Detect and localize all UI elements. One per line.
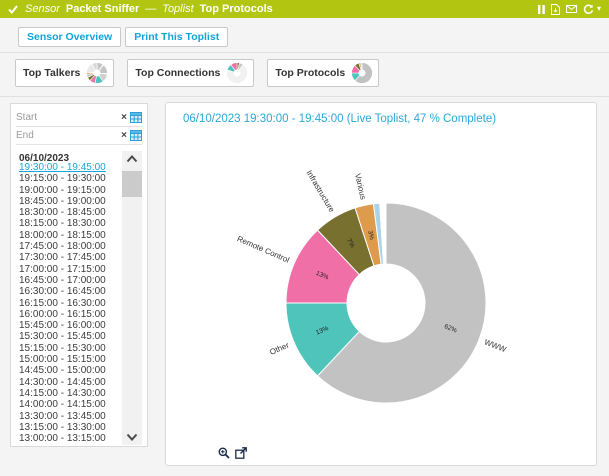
time-period-item[interactable]: 18:15:00 - 18:30:00 [19,218,123,229]
slice-name-label: Various [353,173,368,201]
time-period-item[interactable]: 14:00:00 - 14:15:00 [19,399,123,410]
top-talkers-minipie-icon [86,62,108,84]
sensor-name-breadcrumb[interactable]: Packet Sniffer [66,3,139,15]
time-period-item[interactable]: 17:00:00 - 17:15:00 [19,264,123,275]
time-period-item[interactable]: 16:00:00 - 16:15:00 [19,309,123,320]
breadcrumb-separator: — [145,3,156,15]
start-date-row: × [16,109,142,127]
tab-top-talkers[interactable]: Top Talkers [15,59,114,87]
scroll-down-icon[interactable] [122,429,142,445]
start-date-input[interactable] [16,112,118,123]
time-period-item[interactable]: 14:30:00 - 14:45:00 [19,377,123,388]
time-period-item[interactable]: 17:45:00 - 18:00:00 [19,241,123,252]
end-date-input[interactable] [16,130,118,141]
external-link-icon[interactable] [235,447,247,459]
chart-corner-actions [218,447,247,459]
time-period-item[interactable]: 15:30:00 - 15:45:00 [19,331,123,342]
time-period-list: 19:30:00 - 19:45:0019:15:00 - 19:30:0019… [19,162,123,444]
slice-name-label: WWW [483,337,508,354]
time-period-item[interactable]: 18:45:00 - 19:00:00 [19,196,123,207]
status-check-icon [8,5,18,14]
scrollbar-thumb[interactable] [122,171,142,197]
time-period-item[interactable]: 14:45:00 - 15:00:00 [19,365,123,376]
sensor-overview-button[interactable]: Sensor Overview [18,27,121,47]
time-list-scrollbar[interactable] [122,151,142,445]
time-period-item[interactable]: 19:15:00 - 19:30:00 [19,173,123,184]
time-period-item[interactable]: 16:30:00 - 16:45:00 [19,286,123,297]
toplist-label: Toplist [162,3,193,15]
tab-label: Top Talkers [23,67,80,79]
start-calendar-icon[interactable] [130,112,142,123]
slice-name-label: Remote Control [236,234,291,265]
print-toplist-button[interactable]: Print This Toplist [125,27,228,47]
slice-name-label: Other [268,340,290,356]
time-period-item[interactable]: 19:30:00 - 19:45:00 [19,162,123,173]
top-connections-minipie-icon [226,62,248,84]
toplist-name: Top Protocols [200,3,273,15]
filter-panel: × × 06/10/2023 19:30:00 - 19:45:0019:15:… [10,103,148,447]
time-period-item[interactable]: 13:30:00 - 13:45:00 [19,411,123,422]
toplist-chart-panel: 06/10/2023 19:30:00 - 19:45:00 (Live Top… [165,102,597,466]
tab-label: Top Connections [135,67,220,79]
time-period-item[interactable]: 16:45:00 - 17:00:00 [19,275,123,286]
protocols-donut-chart: 62%WWW13%Other13%Remote Control7%Infrast… [166,103,598,467]
report-icon[interactable] [551,4,560,15]
time-period-item[interactable]: 16:15:00 - 16:30:00 [19,298,123,309]
time-period-item[interactable]: 14:15:00 - 14:30:00 [19,388,123,399]
refresh-icon[interactable] [583,4,594,15]
time-period-item[interactable]: 18:00:00 - 18:15:00 [19,230,123,241]
zoom-icon[interactable] [218,447,230,459]
pause-icon[interactable] [538,5,545,14]
tab-top-connections[interactable]: Top Connections [127,59,254,87]
time-period-item[interactable]: 19:00:00 - 19:15:00 [19,185,123,196]
end-date-row: × [16,127,142,145]
email-icon[interactable] [566,5,577,13]
scroll-up-icon[interactable] [122,151,142,167]
toolbar: Sensor Overview Print This Toplist [18,27,228,47]
end-calendar-icon[interactable] [130,130,142,141]
time-period-item[interactable]: 13:15:00 - 13:30:00 [19,422,123,433]
start-clear-icon[interactable]: × [121,113,127,123]
refresh-menu-caret-icon[interactable]: ▾ [597,5,601,13]
tab-label: Top Protocols [275,67,345,79]
sensor-header-bar: Sensor Packet Sniffer — Toplist Top Prot… [0,0,609,18]
top-protocols-minipie-icon [351,62,373,84]
time-period-item[interactable]: 13:00:00 - 13:15:00 [19,433,123,444]
header-action-icons: ▾ [538,4,601,15]
time-period-item[interactable]: 18:30:00 - 18:45:00 [19,207,123,218]
slice-name-label: Infrastructure [305,169,337,215]
time-period-item[interactable]: 15:00:00 - 15:15:00 [19,354,123,365]
time-period-item[interactable]: 17:30:00 - 17:45:00 [19,252,123,263]
sensor-label: Sensor [25,3,60,15]
end-clear-icon[interactable]: × [121,131,127,141]
time-period-item[interactable]: 15:15:00 - 15:30:00 [19,343,123,354]
time-period-item[interactable]: 15:45:00 - 16:00:00 [19,320,123,331]
tab-top-protocols[interactable]: Top Protocols [267,59,379,87]
toplist-tabs-bar: Top Talkers Top Connections Top Protocol… [0,52,609,97]
